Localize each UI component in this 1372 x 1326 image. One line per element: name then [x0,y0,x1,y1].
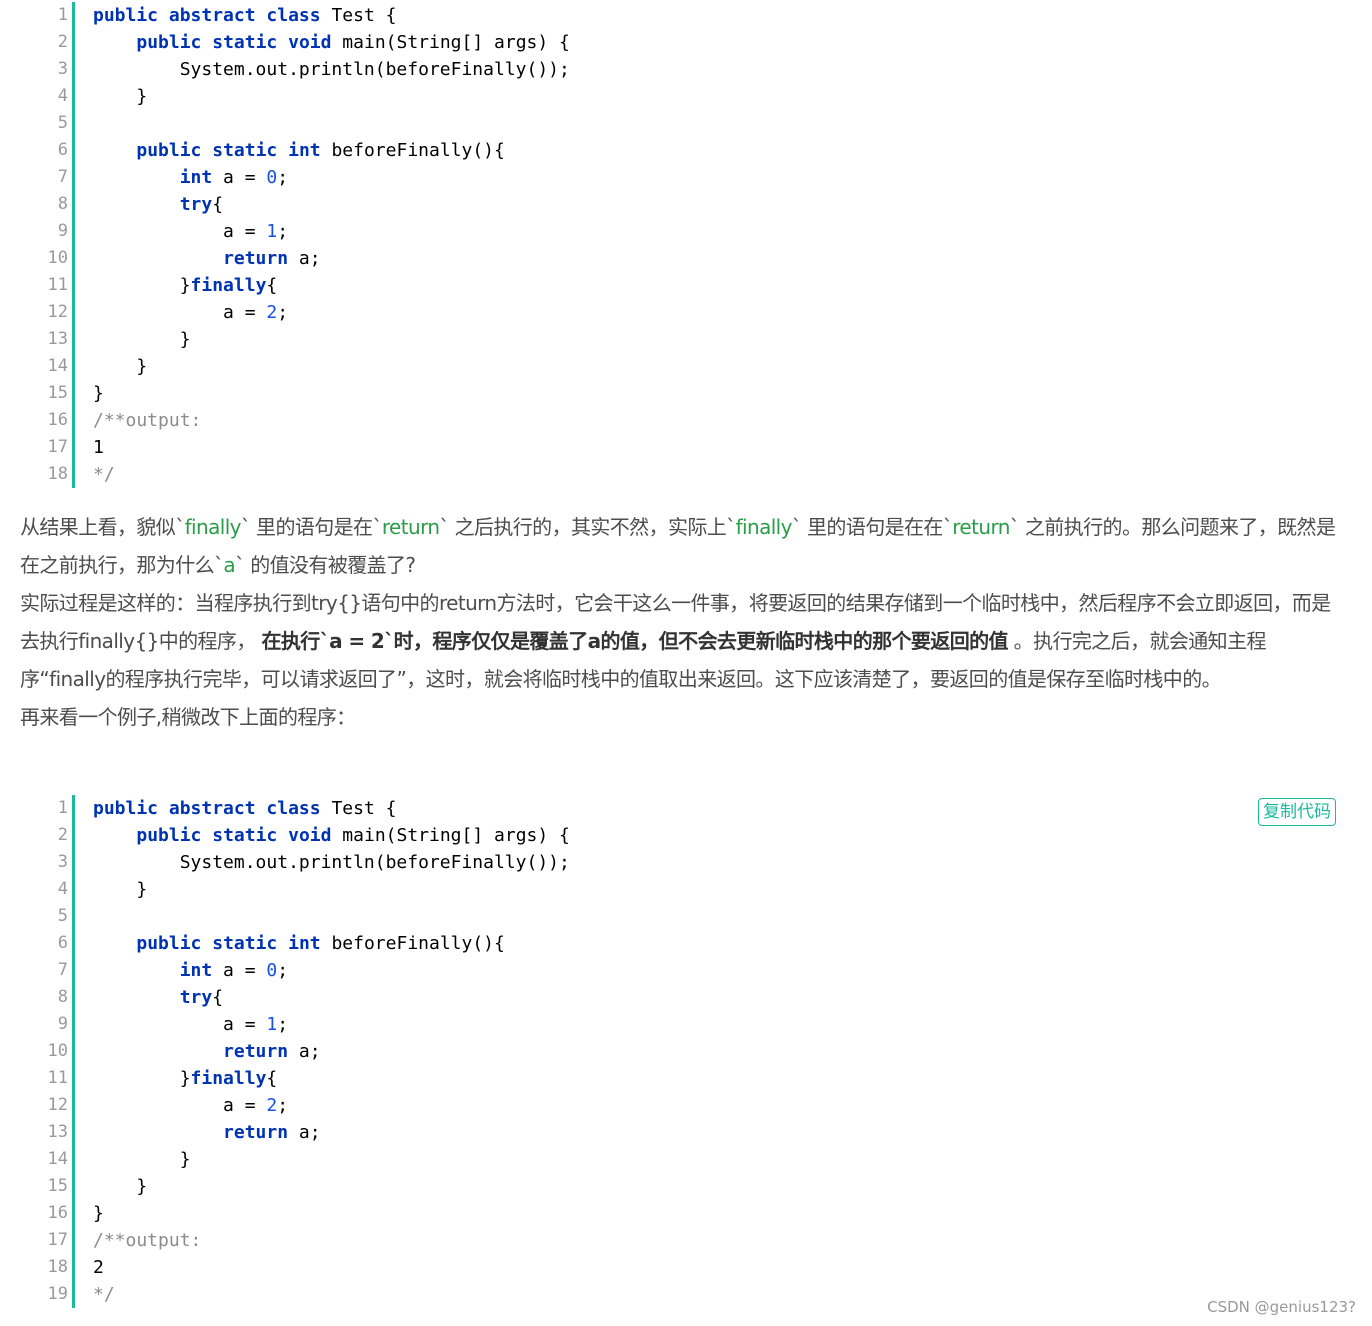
paragraph-3: 再来看一个例子,稍微改下上面的程序： [20,705,356,729]
line-number: 15 [47,383,68,403]
line-number: 6 [57,933,68,953]
line-number: 15 [47,1176,68,1196]
line-number: 13 [47,1122,68,1142]
code-line: */ [93,464,115,485]
code-line: a = 1; [93,1014,289,1035]
line-number: 6 [57,140,68,160]
code-line: public static void main(String[] args) { [136,825,570,846]
line-number: 18 [47,1257,68,1277]
code-line: } [93,86,148,107]
code-line: try{ [179,987,224,1008]
line-number: 1 [57,5,68,25]
line-number: 5 [57,113,68,133]
paragraph-1: 从结果上看，貌似`finally` 里的语句是在`return` 之后执行的，其… [20,515,1336,577]
line-number: 13 [47,329,68,349]
code-line: System.out.println(beforeFinally()); [93,59,570,80]
code-line: int a = 0; [179,167,289,188]
article-body: 从结果上看，貌似`finally` 里的语句是在`return` 之后执行的，其… [20,508,1340,736]
line-number: 11 [47,1068,68,1088]
code-line: System.out.println(beforeFinally()); [93,852,570,873]
line-number: 14 [47,356,68,376]
code-line: } [93,383,104,404]
code-line: } [93,329,191,350]
line-number: 17 [47,1230,68,1250]
line-number: 2 [57,825,68,845]
line-number: 2 [57,32,68,52]
inline-code: a [223,553,236,577]
code-line: /**output: [93,1230,202,1251]
inline-code: finally [735,515,793,539]
line-number: 3 [57,59,68,79]
watermark: CSDN @genius123? [1207,1298,1356,1316]
code-line: } [93,356,148,377]
code-line: ​ [93,110,570,137]
copy-code-button[interactable]: 复制代码 [1258,798,1336,826]
code-line: public static int beforeFinally(){ [136,140,505,161]
inline-code: return [381,515,440,539]
line-number: 7 [57,167,68,187]
line-number: 8 [57,194,68,214]
line-number: 17 [47,437,68,457]
code-line: ​ [93,903,570,930]
code-lines: public abstract class Test { public stat… [75,795,570,1308]
line-number: 5 [57,906,68,926]
line-number: 4 [57,879,68,899]
paragraph-2: 实际过程是这样的：当程序执行到try{}语句中的return方法时，它会干这么一… [20,591,1331,691]
code-line: public abstract class Test { [93,5,397,26]
code-line: } [93,1149,191,1170]
code-line: try{ [179,194,224,215]
code-line: a = 2; [93,302,289,323]
line-number-gutter: 1 2 3 4 5 6 7 8 9 10 11 12 13 14 15 16 17 18 19 [20,795,75,1308]
line-number: 8 [57,987,68,1007]
code-line: a = 1; [93,221,289,242]
inline-code: finally [184,515,242,539]
line-number: 18 [47,464,68,484]
line-number: 10 [47,248,68,268]
line-number: 9 [57,1014,68,1034]
code-block-2: 1 2 3 4 5 6 7 8 9 10 11 12 13 14 15 16 17 18 19 public abs… [20,795,1350,1308]
line-number: 4 [57,86,68,106]
bold-emphasis: 在执行`a = 2`时，程序仅仅是覆盖了a的值，但不会去更新临时栈中的那个要返回… [261,629,1009,653]
code-line: }finally{ [93,1068,278,1089]
code-lines: public abstract class Test { public stat… [75,2,570,488]
code-line: return a; [223,248,321,269]
code-line: } [93,1176,148,1197]
line-number: 3 [57,852,68,872]
line-number: 12 [47,302,68,322]
line-number: 16 [47,410,68,430]
code-block-1: 1 2 3 4 5 6 7 8 9 10 11 12 13 14 15 16 17 18 public abstr… [20,2,1350,488]
code-line: return a; [223,1122,321,1143]
line-number: 12 [47,1095,68,1115]
code-line: int a = 0; [179,960,289,981]
line-number-gutter: 1 2 3 4 5 6 7 8 9 10 11 12 13 14 15 16 17 18 [20,2,75,488]
code-line: }finally{ [93,275,278,296]
code-line: } [93,879,148,900]
line-number: 1 [57,798,68,818]
line-number: 11 [47,275,68,295]
inline-code: return [952,515,1010,539]
line-number: 10 [47,1041,68,1061]
code-line: return a; [223,1041,321,1062]
line-number: 19 [47,1284,68,1304]
code-line: 1 [93,437,104,458]
code-line: /**output: [93,410,202,431]
code-line: 2 [93,1257,104,1278]
line-number: 9 [57,221,68,241]
code-line: public static int beforeFinally(){ [136,933,505,954]
line-number: 7 [57,960,68,980]
code-line: */ [93,1284,115,1305]
line-number: 16 [47,1203,68,1223]
code-line: } [93,1203,104,1224]
code-line: public static void main(String[] args) { [136,32,570,53]
code-line: public abstract class Test { [93,798,397,819]
line-number: 14 [47,1149,68,1169]
code-line: a = 2; [93,1095,289,1116]
